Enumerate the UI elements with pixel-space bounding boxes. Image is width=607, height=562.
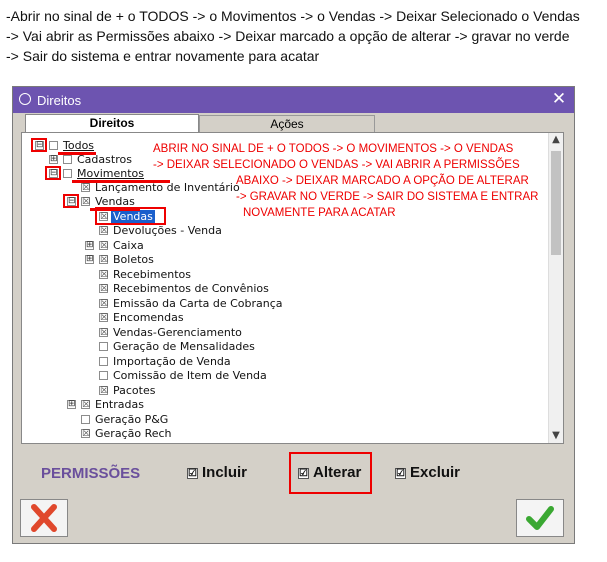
scroll-thumb[interactable]: [551, 151, 561, 255]
tab-direitos[interactable]: Direitos: [25, 114, 199, 133]
excluir-checkbox[interactable]: ☑ Excluir: [395, 464, 460, 481]
tree-item-label: Encomendas: [113, 311, 184, 324]
expand-icon[interactable]: ⊞: [49, 155, 58, 164]
tree-item-label: Entradas: [95, 398, 144, 411]
highlight-vendas-selected: [95, 207, 166, 225]
scroll-up-icon[interactable]: ▲: [551, 135, 561, 145]
incluir-label: Incluir: [202, 464, 248, 481]
scroll-down-icon[interactable]: ▼: [551, 431, 561, 441]
instruction-line-2: -> Vai abrir as Permissões abaixo -> Dei…: [6, 28, 570, 44]
x-cancel-icon: [31, 504, 57, 532]
tree-item-label: Geração Rech: [95, 427, 172, 440]
check-confirm-icon: [526, 506, 554, 530]
checkbox[interactable]: ☒: [99, 313, 108, 323]
tree-item-label: Geração de Mensalidades: [113, 340, 255, 353]
checkbox[interactable]: ☒: [99, 284, 108, 294]
tree-item-label: Caixa: [113, 239, 144, 252]
annotation-line-1: ABRIR NO SINAL DE + O TODOS -> O MOVIMEN…: [153, 143, 514, 155]
annotation-line-5: NOVAMENTE PARA ACATAR: [243, 207, 396, 219]
tree-item-label: Movimentos: [77, 167, 145, 180]
permissions-label: PERMISSÕES: [41, 465, 141, 482]
cancel-button[interactable]: [20, 499, 68, 537]
checkbox[interactable]: [99, 342, 108, 351]
excluir-label: Excluir: [410, 464, 461, 481]
permissions-tree[interactable]: ⊟ Todos ⊞ Cadastros ⊟ Movimentos ☒ Lança…: [21, 132, 564, 444]
tree-item-label: Vendas-Gerenciamento: [113, 326, 242, 339]
checkbox[interactable]: ☒: [81, 400, 90, 410]
checkbox-checked-icon: ☑: [395, 468, 406, 479]
tree-item-label: Todos: [63, 139, 95, 152]
checkbox[interactable]: [99, 357, 108, 366]
tree-item-label: Pacotes: [113, 384, 156, 397]
direitos-window: Direitos ✕ Direitos Ações ⊟ Todos ⊞ Cada…: [12, 86, 575, 544]
highlight-alterar: [289, 452, 372, 494]
checkbox[interactable]: [49, 141, 58, 150]
instruction-line-1: -Abrir no sinal de + o TODOS -> o Movime…: [6, 8, 580, 24]
app-icon: [19, 93, 31, 105]
tree-item-label: Recebimentos de Convênios: [113, 282, 269, 295]
checkbox[interactable]: ☒: [99, 299, 108, 309]
underline-todos: [58, 152, 96, 155]
annotation-line-4: -> GRAVAR NO VERDE -> SAIR DO SISTEMA E …: [236, 191, 539, 203]
window-titlebar: Direitos ✕: [13, 87, 574, 113]
instruction-text: -Abrir no sinal de + o TODOS -> o Movime…: [6, 6, 606, 66]
tree-item-label: Emissão da Carta de Cobrança: [113, 297, 283, 310]
save-confirm-button[interactable]: [516, 499, 564, 537]
checkbox[interactable]: ☒: [99, 270, 108, 280]
expand-icon[interactable]: ⊞: [85, 255, 94, 264]
tree-item-label: Cadastros: [77, 153, 132, 166]
checkbox[interactable]: ☒: [81, 429, 90, 439]
checkbox[interactable]: [63, 155, 72, 164]
checkbox[interactable]: ☒: [81, 197, 90, 207]
checkbox[interactable]: [99, 371, 108, 380]
tree-item-label: Importação de Venda: [113, 355, 231, 368]
tree-item-label: Lançamento de Inventário: [95, 181, 240, 194]
checkbox[interactable]: ☒: [99, 241, 108, 251]
expand-icon[interactable]: ⊞: [85, 241, 94, 250]
tree-item-label: Recebimentos: [113, 268, 191, 281]
highlight-todos-expander: [31, 138, 47, 152]
tab-acoes[interactable]: Ações: [199, 115, 375, 132]
checkbox[interactable]: ☒: [81, 183, 90, 193]
highlight-movimentos-expander: [45, 166, 61, 180]
tree-item-label: Comissão de Item de Venda: [113, 369, 267, 382]
highlight-vendas-expander: [63, 194, 79, 208]
tree-item-label: Boletos: [113, 253, 154, 266]
checkbox[interactable]: ☒: [99, 328, 108, 338]
annotation-line-3: ABAIXO -> DEIXAR MARCADO A OPÇÃO DE ALTE…: [236, 175, 529, 187]
tree-scrollbar[interactable]: ▲ ▼: [548, 133, 563, 443]
window-title: Direitos: [37, 93, 82, 108]
tree-item-label: Devoluções - Venda: [113, 224, 222, 237]
permissions-bar: PERMISSÕES ☑ Incluir ☑ Alterar ☑ Excluir: [21, 451, 564, 495]
checkbox[interactable]: [63, 169, 72, 178]
underline-movimentos: [72, 180, 170, 183]
tree-item-label: Geração P&G: [95, 413, 169, 426]
checkbox-checked-icon: ☑: [187, 468, 198, 479]
checkbox[interactable]: ☒: [99, 255, 108, 265]
instruction-line-3: -> Sair do sistema e entrar novamente pa…: [6, 48, 320, 64]
close-icon[interactable]: ✕: [550, 90, 568, 108]
checkbox[interactable]: [81, 415, 90, 424]
annotation-line-2: -> DEIXAR SELECIONADO O VENDAS -> VAI AB…: [153, 159, 520, 171]
checkbox[interactable]: ☒: [99, 386, 108, 396]
checkbox[interactable]: ☒: [99, 226, 108, 236]
incluir-checkbox[interactable]: ☑ Incluir: [187, 464, 247, 481]
expand-icon[interactable]: ⊞: [67, 400, 76, 409]
